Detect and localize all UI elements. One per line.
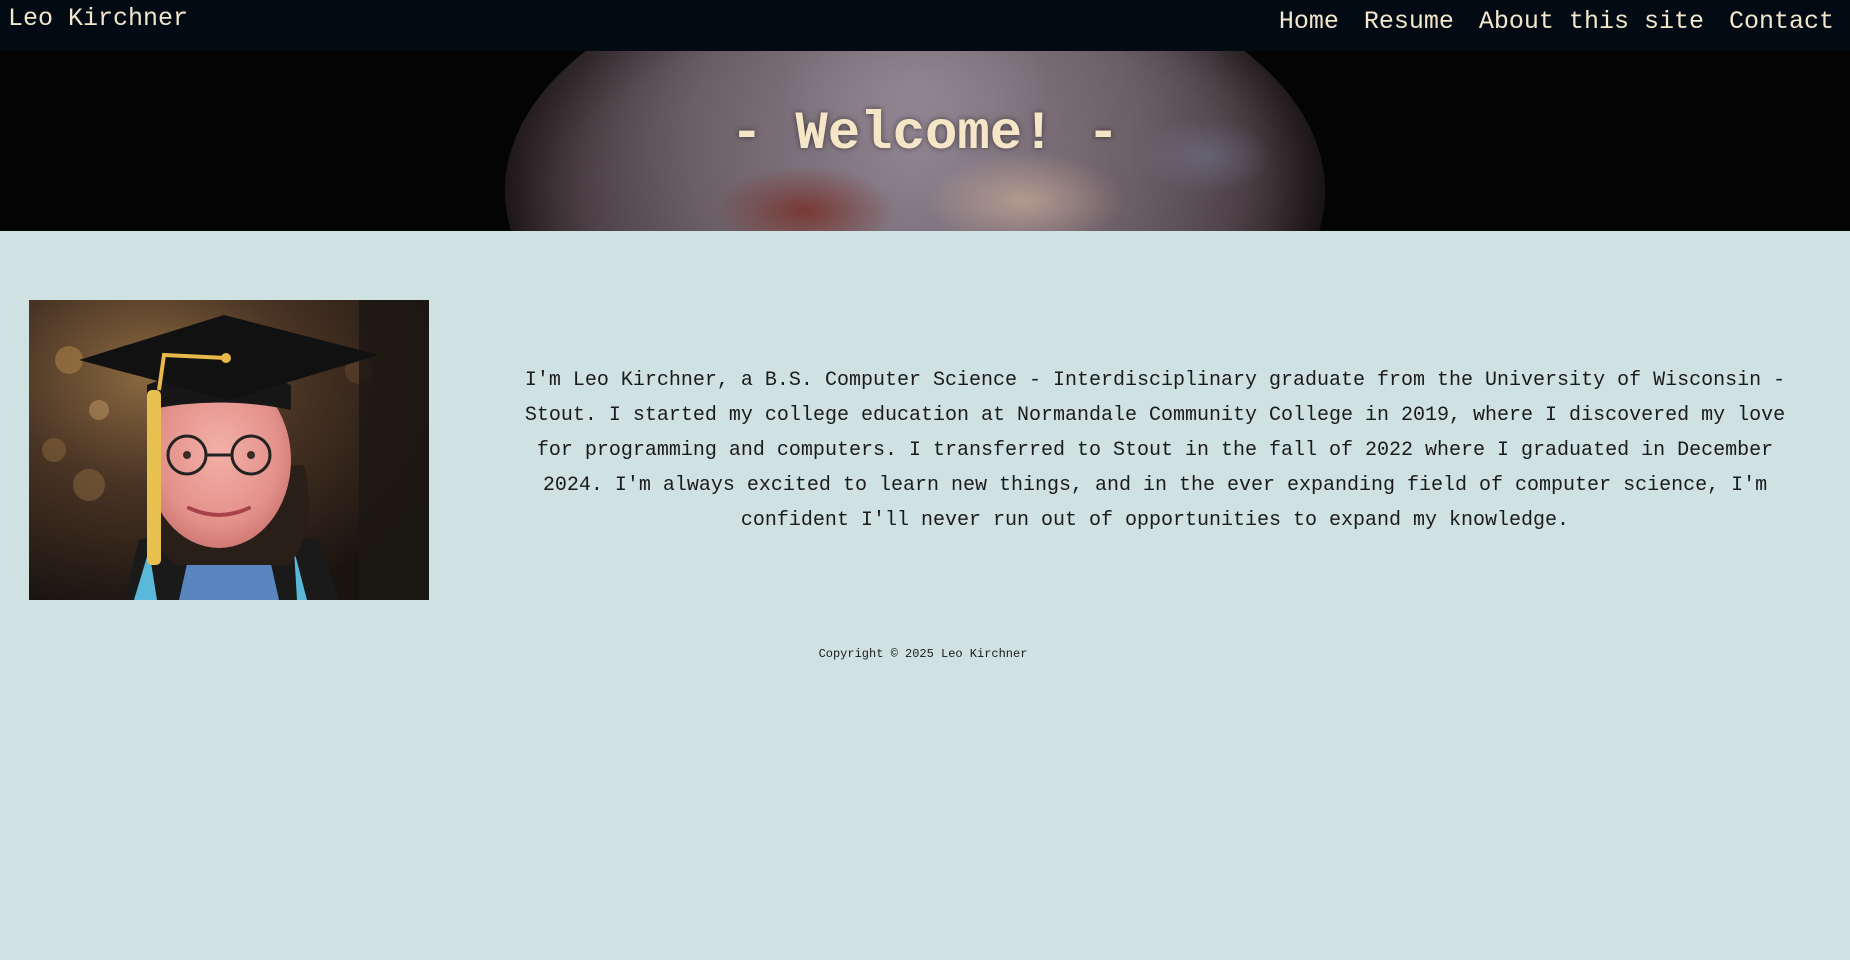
profile-photo: [29, 300, 429, 600]
nav-links: Home Resume About this site Contact: [1279, 7, 1834, 37]
nav-link-home[interactable]: Home: [1279, 7, 1339, 37]
nav-link-resume[interactable]: Resume: [1364, 7, 1454, 37]
graduate-portrait-illustration: [29, 300, 429, 600]
bio-paragraph: I'm Leo Kirchner, a B.S. Computer Scienc…: [524, 369, 1786, 532]
nav-link-about[interactable]: About this site: [1479, 7, 1704, 37]
top-navbar: Leo Kirchner Home Resume About this site…: [0, 0, 1850, 51]
nav-link-contact[interactable]: Contact: [1729, 7, 1834, 37]
hero-banner: - Welcome! -: [0, 51, 1850, 231]
site-brand-link[interactable]: Leo Kirchner: [8, 4, 188, 34]
hero-title: - Welcome! -: [730, 104, 1120, 165]
copyright-text: Copyright © 2025 Leo Kirchner: [818, 647, 1028, 661]
